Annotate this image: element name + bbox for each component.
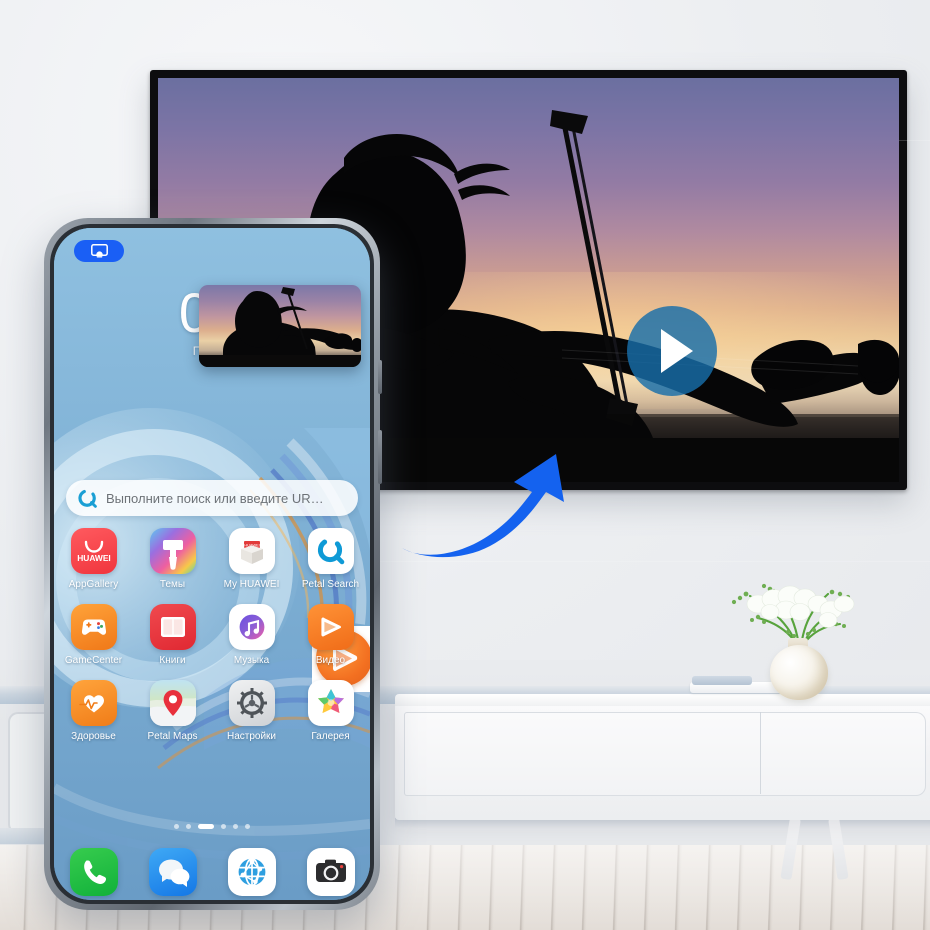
phone-volume-button[interactable] [378,360,382,394]
svg-text:HUAWEI: HUAWEI [77,553,111,563]
page-dot[interactable] [174,824,179,829]
app-grid: HUAWEI AppGallery Темы HUAWEI My HUAWEI … [54,528,370,756]
messages-app-icon[interactable] [148,848,197,896]
app-item-gamecenter[interactable]: GameCenter [63,604,125,666]
scene-root: 08 Пн, 8 а [0,0,930,930]
page-dot[interactable] [186,824,191,829]
app-row: Здоровье Petal Maps Настройки Галерея [54,680,370,742]
vase-body [770,645,828,700]
cast-screen-badge[interactable] [74,240,124,262]
app-label: Книги [159,655,186,666]
video-icon [307,604,354,650]
app-item-myhuawei[interactable]: HUAWEI My HUAWEI [221,528,283,590]
app-label: Галерея [311,731,350,742]
page-dot[interactable] [245,824,250,829]
settings-icon [228,680,275,726]
app-label: Настройки [226,731,277,742]
floating-video-thumbnail[interactable] [199,285,361,367]
petal-search-icon [307,528,354,574]
console-drawer-seam [760,712,761,794]
play-icon [661,329,693,373]
page-dot[interactable] [233,824,238,829]
app-item-themes[interactable]: Темы [142,528,204,590]
search-bar[interactable]: Выполните поиск или введите UR… [66,480,358,516]
app-item-health[interactable]: Здоровье [63,680,125,742]
app-item-petalsearch[interactable]: Petal Search [300,528,362,590]
petal-search-icon [78,488,97,508]
app-item-settings[interactable]: Настройки [221,680,283,742]
petal-maps-icon [149,680,196,726]
phone-app-icon[interactable] [69,848,118,896]
app-row: GameCenter Книги Музыка Видео [54,604,370,666]
console-drawer [404,712,926,796]
camera-app-icon[interactable] [306,848,355,896]
orchid-vase-group [700,580,880,700]
gamecenter-icon [70,604,117,650]
app-label: Petal Maps [147,731,198,742]
cast-screen-icon [90,244,108,258]
phone-power-button[interactable] [378,430,382,484]
app-item-books[interactable]: Книги [142,604,204,666]
app-label: Petal Search [301,579,360,590]
app-label: My HUAWEI [223,579,280,590]
page-indicator[interactable] [54,824,370,829]
search-placeholder: Выполните поиск или введите UR… [106,490,324,506]
books-icon [149,604,196,650]
app-label: AppGallery [68,579,119,590]
my-huawei-icon: HUAWEI [228,528,275,574]
app-label: Музыка [233,655,270,666]
app-item-gallery[interactable]: Галерея [300,680,362,742]
phone-screen[interactable]: 08 Пн, 8 а [54,228,370,900]
browser-app-icon[interactable] [227,848,276,896]
app-item-video[interactable]: Видео [300,604,362,666]
health-icon [70,680,117,726]
app-label: Здоровье [71,731,116,742]
app-row: HUAWEI AppGallery Темы HUAWEI My HUAWEI … [54,528,370,590]
cast-direction-arrow [396,452,576,562]
dock [54,848,370,896]
page-dot-active[interactable] [198,824,214,829]
thumbnail-violinist-silhouette [199,287,361,367]
page-dot[interactable] [221,824,226,829]
app-item-music[interactable]: Музыка [221,604,283,666]
app-label: Темы [159,579,186,590]
app-item-petalmaps[interactable]: Petal Maps [142,680,204,742]
music-icon [228,604,275,650]
themes-icon [149,528,196,574]
app-label: Видео [315,655,346,666]
app-label: GameCenter [64,655,123,666]
gallery-icon [307,680,354,726]
app-item-appgallery[interactable]: HUAWEI AppGallery [63,528,125,590]
appgallery-icon: HUAWEI [70,528,117,574]
